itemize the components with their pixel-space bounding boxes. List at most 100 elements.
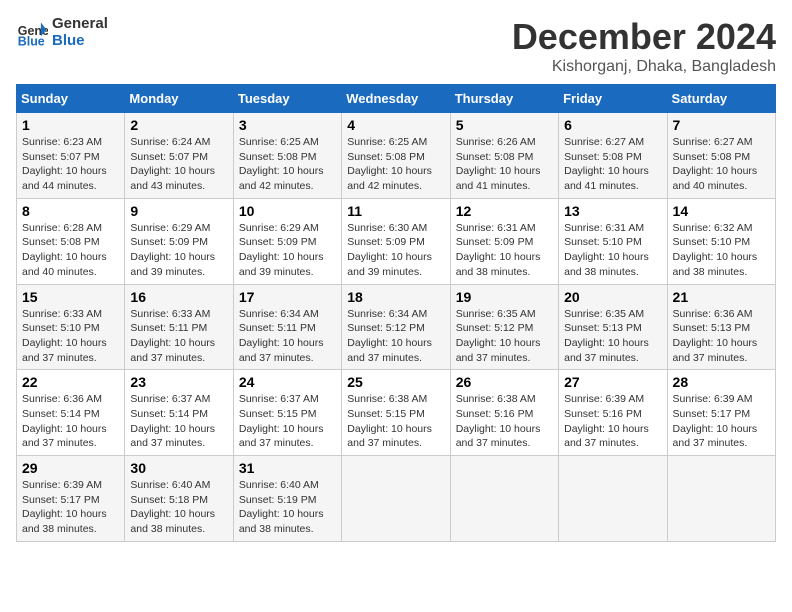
col-wednesday: Wednesday <box>342 85 450 113</box>
day-number: 22 <box>22 374 119 390</box>
logo: General Blue General Blue <box>16 16 108 49</box>
day-number: 20 <box>564 289 661 305</box>
calendar-cell: 7 Sunrise: 6:27 AMSunset: 5:08 PMDayligh… <box>667 113 775 199</box>
day-info: Sunrise: 6:28 AMSunset: 5:08 PMDaylight:… <box>22 222 107 278</box>
calendar-cell: 18 Sunrise: 6:34 AMSunset: 5:12 PMDaylig… <box>342 284 450 370</box>
day-info: Sunrise: 6:40 AMSunset: 5:18 PMDaylight:… <box>130 479 215 535</box>
day-number: 12 <box>456 203 553 219</box>
col-thursday: Thursday <box>450 85 558 113</box>
day-number: 19 <box>456 289 553 305</box>
calendar-cell: 3 Sunrise: 6:25 AMSunset: 5:08 PMDayligh… <box>233 113 341 199</box>
day-info: Sunrise: 6:37 AMSunset: 5:15 PMDaylight:… <box>239 393 324 449</box>
calendar-cell: 13 Sunrise: 6:31 AMSunset: 5:10 PMDaylig… <box>559 198 667 284</box>
day-number: 23 <box>130 374 227 390</box>
day-number: 30 <box>130 460 227 476</box>
calendar-cell <box>342 456 450 542</box>
day-number: 18 <box>347 289 444 305</box>
day-number: 8 <box>22 203 119 219</box>
day-info: Sunrise: 6:33 AMSunset: 5:10 PMDaylight:… <box>22 308 107 364</box>
day-number: 2 <box>130 117 227 133</box>
calendar-cell: 2 Sunrise: 6:24 AMSunset: 5:07 PMDayligh… <box>125 113 233 199</box>
calendar-week-row: 29 Sunrise: 6:39 AMSunset: 5:17 PMDaylig… <box>17 456 776 542</box>
day-info: Sunrise: 6:29 AMSunset: 5:09 PMDaylight:… <box>239 222 324 278</box>
calendar-cell: 28 Sunrise: 6:39 AMSunset: 5:17 PMDaylig… <box>667 370 775 456</box>
location-title: Kishorganj, Dhaka, Bangladesh <box>512 58 776 76</box>
calendar-cell: 12 Sunrise: 6:31 AMSunset: 5:09 PMDaylig… <box>450 198 558 284</box>
day-info: Sunrise: 6:27 AMSunset: 5:08 PMDaylight:… <box>673 136 758 192</box>
calendar-cell: 19 Sunrise: 6:35 AMSunset: 5:12 PMDaylig… <box>450 284 558 370</box>
day-info: Sunrise: 6:39 AMSunset: 5:16 PMDaylight:… <box>564 393 649 449</box>
day-info: Sunrise: 6:40 AMSunset: 5:19 PMDaylight:… <box>239 479 324 535</box>
calendar-cell: 10 Sunrise: 6:29 AMSunset: 5:09 PMDaylig… <box>233 198 341 284</box>
day-info: Sunrise: 6:31 AMSunset: 5:09 PMDaylight:… <box>456 222 541 278</box>
day-info: Sunrise: 6:32 AMSunset: 5:10 PMDaylight:… <box>673 222 758 278</box>
day-number: 17 <box>239 289 336 305</box>
day-number: 9 <box>130 203 227 219</box>
calendar-cell: 16 Sunrise: 6:33 AMSunset: 5:11 PMDaylig… <box>125 284 233 370</box>
calendar-cell <box>559 456 667 542</box>
day-number: 16 <box>130 289 227 305</box>
calendar-cell <box>667 456 775 542</box>
day-info: Sunrise: 6:25 AMSunset: 5:08 PMDaylight:… <box>347 136 432 192</box>
calendar-cell: 11 Sunrise: 6:30 AMSunset: 5:09 PMDaylig… <box>342 198 450 284</box>
day-info: Sunrise: 6:33 AMSunset: 5:11 PMDaylight:… <box>130 308 215 364</box>
calendar-body: 1 Sunrise: 6:23 AMSunset: 5:07 PMDayligh… <box>17 113 776 542</box>
day-number: 25 <box>347 374 444 390</box>
calendar-cell: 29 Sunrise: 6:39 AMSunset: 5:17 PMDaylig… <box>17 456 125 542</box>
calendar-week-row: 22 Sunrise: 6:36 AMSunset: 5:14 PMDaylig… <box>17 370 776 456</box>
day-info: Sunrise: 6:29 AMSunset: 5:09 PMDaylight:… <box>130 222 215 278</box>
col-monday: Monday <box>125 85 233 113</box>
day-number: 1 <box>22 117 119 133</box>
day-number: 3 <box>239 117 336 133</box>
col-sunday: Sunday <box>17 85 125 113</box>
logo-line2: Blue <box>52 33 108 50</box>
day-info: Sunrise: 6:27 AMSunset: 5:08 PMDaylight:… <box>564 136 649 192</box>
day-number: 6 <box>564 117 661 133</box>
calendar-week-row: 8 Sunrise: 6:28 AMSunset: 5:08 PMDayligh… <box>17 198 776 284</box>
col-tuesday: Tuesday <box>233 85 341 113</box>
calendar-cell: 27 Sunrise: 6:39 AMSunset: 5:16 PMDaylig… <box>559 370 667 456</box>
day-number: 14 <box>673 203 770 219</box>
day-info: Sunrise: 6:34 AMSunset: 5:11 PMDaylight:… <box>239 308 324 364</box>
calendar-cell: 5 Sunrise: 6:26 AMSunset: 5:08 PMDayligh… <box>450 113 558 199</box>
logo-line1: General <box>52 16 108 33</box>
calendar-table: Sunday Monday Tuesday Wednesday Thursday… <box>16 84 776 542</box>
calendar-week-row: 1 Sunrise: 6:23 AMSunset: 5:07 PMDayligh… <box>17 113 776 199</box>
col-saturday: Saturday <box>667 85 775 113</box>
day-number: 5 <box>456 117 553 133</box>
calendar-cell: 17 Sunrise: 6:34 AMSunset: 5:11 PMDaylig… <box>233 284 341 370</box>
day-info: Sunrise: 6:36 AMSunset: 5:13 PMDaylight:… <box>673 308 758 364</box>
month-title: December 2024 <box>512 16 776 58</box>
calendar-cell: 14 Sunrise: 6:32 AMSunset: 5:10 PMDaylig… <box>667 198 775 284</box>
calendar-cell: 20 Sunrise: 6:35 AMSunset: 5:13 PMDaylig… <box>559 284 667 370</box>
day-info: Sunrise: 6:35 AMSunset: 5:13 PMDaylight:… <box>564 308 649 364</box>
day-number: 26 <box>456 374 553 390</box>
page-header: General Blue General Blue December 2024 … <box>16 16 776 76</box>
day-number: 4 <box>347 117 444 133</box>
col-friday: Friday <box>559 85 667 113</box>
day-number: 10 <box>239 203 336 219</box>
calendar-cell: 4 Sunrise: 6:25 AMSunset: 5:08 PMDayligh… <box>342 113 450 199</box>
day-number: 24 <box>239 374 336 390</box>
calendar-cell: 26 Sunrise: 6:38 AMSunset: 5:16 PMDaylig… <box>450 370 558 456</box>
calendar-cell <box>450 456 558 542</box>
calendar-cell: 31 Sunrise: 6:40 AMSunset: 5:19 PMDaylig… <box>233 456 341 542</box>
day-info: Sunrise: 6:23 AMSunset: 5:07 PMDaylight:… <box>22 136 107 192</box>
calendar-cell: 21 Sunrise: 6:36 AMSunset: 5:13 PMDaylig… <box>667 284 775 370</box>
day-info: Sunrise: 6:30 AMSunset: 5:09 PMDaylight:… <box>347 222 432 278</box>
calendar-cell: 6 Sunrise: 6:27 AMSunset: 5:08 PMDayligh… <box>559 113 667 199</box>
day-number: 13 <box>564 203 661 219</box>
calendar-cell: 30 Sunrise: 6:40 AMSunset: 5:18 PMDaylig… <box>125 456 233 542</box>
day-number: 11 <box>347 203 444 219</box>
calendar-cell: 24 Sunrise: 6:37 AMSunset: 5:15 PMDaylig… <box>233 370 341 456</box>
calendar-week-row: 15 Sunrise: 6:33 AMSunset: 5:10 PMDaylig… <box>17 284 776 370</box>
day-info: Sunrise: 6:35 AMSunset: 5:12 PMDaylight:… <box>456 308 541 364</box>
day-info: Sunrise: 6:31 AMSunset: 5:10 PMDaylight:… <box>564 222 649 278</box>
day-info: Sunrise: 6:38 AMSunset: 5:15 PMDaylight:… <box>347 393 432 449</box>
day-number: 27 <box>564 374 661 390</box>
day-number: 29 <box>22 460 119 476</box>
day-info: Sunrise: 6:39 AMSunset: 5:17 PMDaylight:… <box>673 393 758 449</box>
title-section: December 2024 Kishorganj, Dhaka, Banglad… <box>512 16 776 76</box>
logo-icon: General Blue <box>16 17 48 49</box>
calendar-cell: 23 Sunrise: 6:37 AMSunset: 5:14 PMDaylig… <box>125 370 233 456</box>
